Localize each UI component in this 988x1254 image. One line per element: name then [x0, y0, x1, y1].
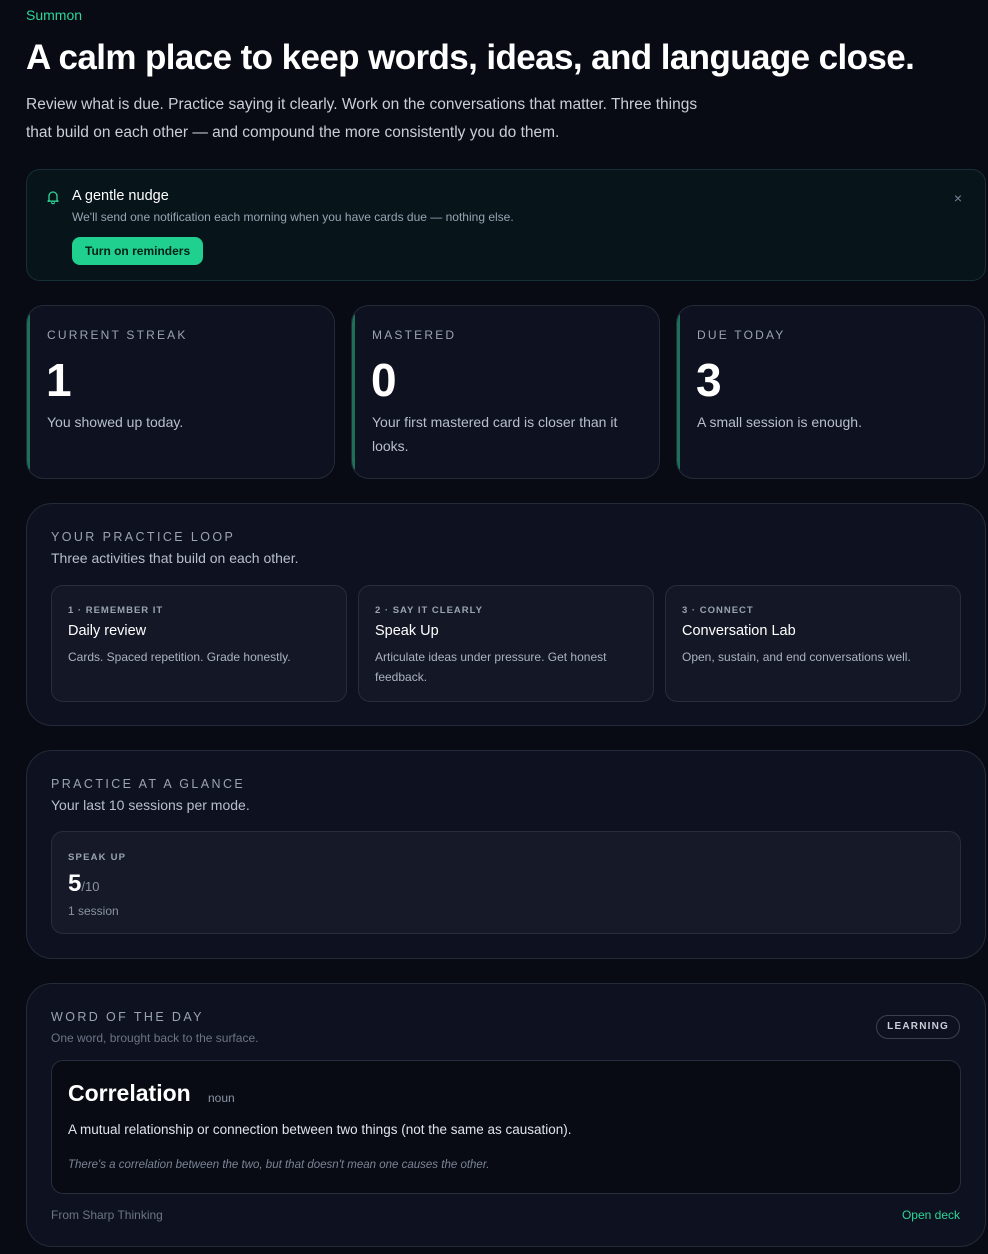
stat-note: A small session is enough. — [697, 414, 862, 430]
practice-glance-section: PRACTICE AT A GLANCE Your last 10 sessio… — [26, 750, 986, 959]
loop-step: 2 · SAY IT CLEARLY — [375, 605, 483, 616]
open-deck-link[interactable]: Open deck — [902, 1208, 960, 1222]
word-definition: A mutual relationship or connection betw… — [68, 1122, 572, 1137]
loop-description: Open, sustain, and end conversations wel… — [682, 650, 911, 664]
stat-label: DUE TODAY — [697, 328, 786, 342]
loop-card-daily-review[interactable]: 1 · REMEMBER IT Daily review Cards. Spac… — [51, 585, 347, 702]
stat-card-due-today: DUE TODAY 3 A small session is enough. — [676, 305, 985, 479]
status-badge: LEARNING — [876, 1015, 960, 1039]
nudge-description: We'll send one notification each morning… — [72, 210, 514, 224]
stat-card-mastered: MASTERED 0 Your first mastered card is c… — [351, 305, 660, 479]
glance-score-value: 5 — [68, 870, 82, 897]
bell-icon — [47, 191, 59, 205]
section-subtitle: Three activities that build on each othe… — [51, 550, 299, 566]
word-source: From Sharp Thinking — [51, 1208, 163, 1222]
stat-label: MASTERED — [372, 328, 457, 342]
brand-name[interactable]: Summon — [26, 7, 82, 23]
word-term: Correlation — [68, 1080, 191, 1106]
word-card: Correlation noun A mutual relationship o… — [51, 1060, 961, 1194]
practice-loop-section: YOUR PRACTICE LOOP Three activities that… — [26, 503, 986, 726]
loop-description: Articulate ideas under pressure. Get hon… — [375, 650, 607, 684]
stat-value: 1 — [46, 354, 72, 406]
section-label: WORD OF THE DAY — [51, 1010, 204, 1024]
nudge-title: A gentle nudge — [72, 188, 169, 204]
loop-description: Cards. Spaced repetition. Grade honestly… — [68, 650, 291, 664]
section-subtitle: Your last 10 sessions per mode. — [51, 797, 250, 813]
section-label: PRACTICE AT A GLANCE — [51, 777, 246, 791]
glance-session-count: 1 session — [68, 904, 119, 918]
stat-note: Your first mastered card is closer than … — [372, 414, 618, 454]
glance-score: 5/10 — [68, 870, 99, 898]
page-title: A calm place to keep words, ideas, and l… — [26, 38, 915, 77]
loop-title: Speak Up — [375, 623, 439, 639]
stat-card-streak: CURRENT STREAK 1 You showed up today. — [26, 305, 335, 479]
stat-value: 3 — [696, 354, 722, 406]
page-subtitle: Review what is due. Practice saying it c… — [26, 96, 698, 141]
loop-title: Conversation Lab — [682, 623, 796, 639]
reminder-nudge: A gentle nudge We'll send one notificati… — [26, 169, 986, 281]
loop-step: 3 · CONNECT — [682, 605, 754, 616]
close-icon[interactable]: × — [951, 191, 965, 205]
glance-mode: SPEAK UP — [68, 852, 127, 863]
word-part-of-speech: noun — [208, 1091, 235, 1105]
word-of-the-day-section: WORD OF THE DAY One word, brought back t… — [26, 983, 986, 1247]
section-subtitle: One word, brought back to the surface. — [51, 1031, 259, 1045]
section-label: YOUR PRACTICE LOOP — [51, 530, 236, 544]
turn-on-reminders-button[interactable]: Turn on reminders — [72, 237, 204, 265]
word-example: There's a correlation between the two, b… — [68, 1159, 490, 1171]
glance-card-speak-up[interactable]: SPEAK UP 5/10 1 session — [51, 831, 961, 934]
stat-label: CURRENT STREAK — [47, 328, 188, 342]
stat-value: 0 — [371, 354, 397, 406]
loop-card-conversation-lab[interactable]: 3 · CONNECT Conversation Lab Open, susta… — [665, 585, 961, 702]
loop-card-speak-up[interactable]: 2 · SAY IT CLEARLY Speak Up Articulate i… — [358, 585, 654, 702]
stat-note: You showed up today. — [47, 414, 184, 430]
glance-score-total: /10 — [81, 879, 100, 894]
loop-title: Daily review — [68, 623, 147, 639]
loop-step: 1 · REMEMBER IT — [68, 605, 164, 616]
